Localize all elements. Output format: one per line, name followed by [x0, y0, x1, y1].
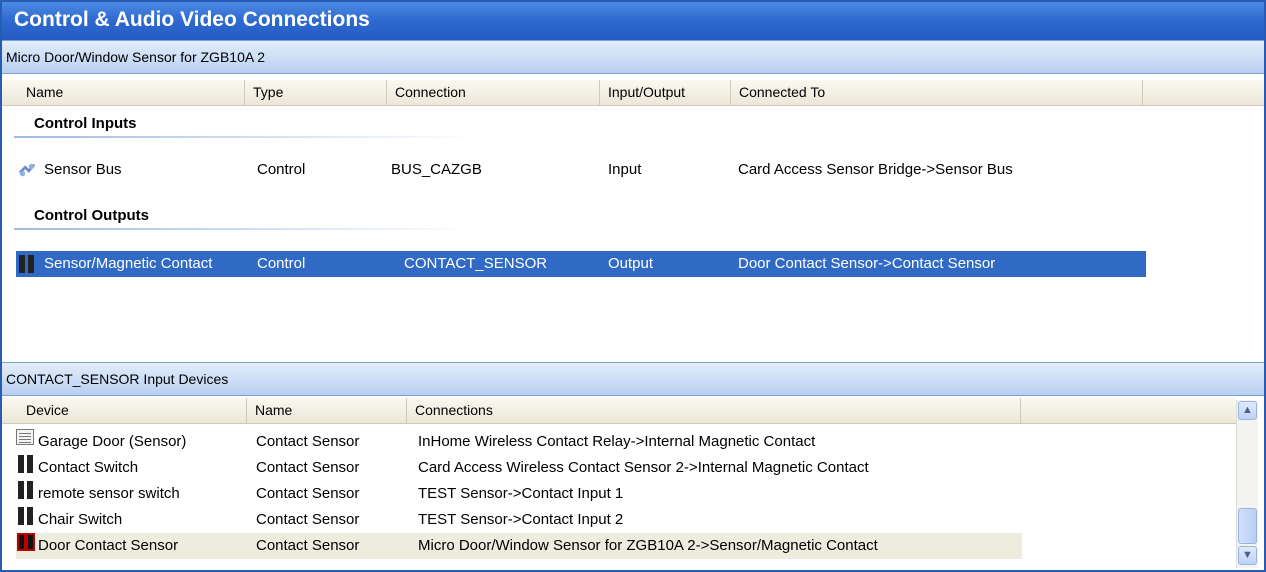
device-name: Door Contact Sensor	[38, 537, 179, 554]
device-name: Chair Switch	[38, 511, 123, 528]
column-header-type[interactable]: Type	[245, 80, 387, 105]
device-panel-header: Name Type Connection Input/Output Connec…	[0, 80, 1266, 106]
row-connection: CONTACT_SENSOR	[404, 255, 548, 272]
scroll-thumb[interactable]	[1238, 508, 1257, 544]
contact-switch-icon	[18, 455, 34, 473]
contact-icon	[19, 255, 35, 273]
device-name: Contact Switch	[38, 459, 139, 476]
section-control-inputs: Control Inputs	[34, 115, 137, 132]
scroll-down-icon[interactable]: ▼	[1238, 546, 1257, 565]
section-divider	[14, 228, 474, 230]
device-connections: TEST Sensor->Contact Input 2	[418, 511, 624, 528]
row-io: Input	[608, 161, 642, 178]
row-connection: BUS_CAZGB	[391, 161, 482, 178]
scroll-up-icon[interactable]: ▲	[1238, 401, 1257, 420]
device-connection-name: Contact Sensor	[256, 459, 360, 476]
input-device-row[interactable]: Garage Door (Sensor) Contact Sensor InHo…	[16, 429, 1022, 455]
device-name: Garage Door (Sensor)	[38, 433, 187, 450]
column-header-connections[interactable]: Connections	[407, 398, 1021, 423]
device-connections: InHome Wireless Contact Relay->Internal …	[418, 433, 816, 450]
device-connections: Card Access Wireless Contact Sensor 2->I…	[418, 459, 869, 476]
input-devices-panel-title: CONTACT_SENSOR Input Devices	[0, 362, 1266, 396]
row-io: Output	[608, 255, 654, 272]
input-devices-header: Device Name Connections	[0, 398, 1236, 424]
connection-row-selected[interactable]: Sensor/Magnetic Contact Control CONTACT_…	[16, 251, 1146, 277]
column-header-connection[interactable]: Connection	[387, 80, 600, 105]
row-connected-to: Card Access Sensor Bridge->Sensor Bus	[738, 161, 1013, 178]
section-control-outputs: Control Outputs	[34, 207, 149, 224]
device-connection-name: Contact Sensor	[256, 433, 360, 450]
row-name: Sensor/Magnetic Contact	[44, 255, 213, 272]
device-name: remote sensor switch	[38, 485, 180, 502]
column-header-name[interactable]: Name	[247, 398, 407, 423]
device-connections: TEST Sensor->Contact Input 1	[418, 485, 624, 502]
connection-row[interactable]: Sensor Bus Control BUS_CAZGB Input Card …	[16, 157, 1146, 183]
device-connections: Micro Door/Window Sensor for ZGB10A 2->S…	[418, 537, 878, 554]
device-connection-name: Contact Sensor	[256, 485, 360, 502]
door-contact-icon	[17, 533, 35, 551]
column-header-device[interactable]: Device	[18, 398, 247, 423]
contact-switch-icon	[18, 481, 34, 499]
device-connection-name: Contact Sensor	[256, 511, 360, 528]
contact-switch-icon	[18, 507, 34, 525]
device-connection-name: Contact Sensor	[256, 537, 360, 554]
row-name: Sensor Bus	[44, 161, 122, 178]
input-device-row[interactable]: Chair Switch Contact Sensor TEST Sensor-…	[16, 507, 1022, 533]
row-connected-to: Door Contact Sensor->Contact Sensor	[738, 255, 996, 272]
row-type: Control	[257, 255, 306, 272]
section-divider	[14, 136, 474, 138]
garage-door-icon	[16, 429, 34, 445]
column-header-io[interactable]: Input/Output	[600, 80, 731, 105]
column-header-name[interactable]: Name	[18, 80, 245, 105]
window-title: Control & Audio Video Connections	[0, 0, 1266, 40]
vertical-scrollbar[interactable]: ▲ ▼	[1236, 400, 1258, 568]
row-type: Control	[257, 161, 306, 178]
input-device-row[interactable]: Contact Switch Contact Sensor Card Acces…	[16, 455, 1022, 481]
sensor-bus-icon	[18, 163, 36, 177]
device-panel-title: Micro Door/Window Sensor for ZGB10A 2	[0, 40, 1266, 74]
column-header-connected-to[interactable]: Connected To	[731, 80, 1143, 105]
input-device-row-highlighted[interactable]: Door Contact Sensor Contact Sensor Micro…	[16, 533, 1022, 559]
input-device-row[interactable]: remote sensor switch Contact Sensor TEST…	[16, 481, 1022, 507]
